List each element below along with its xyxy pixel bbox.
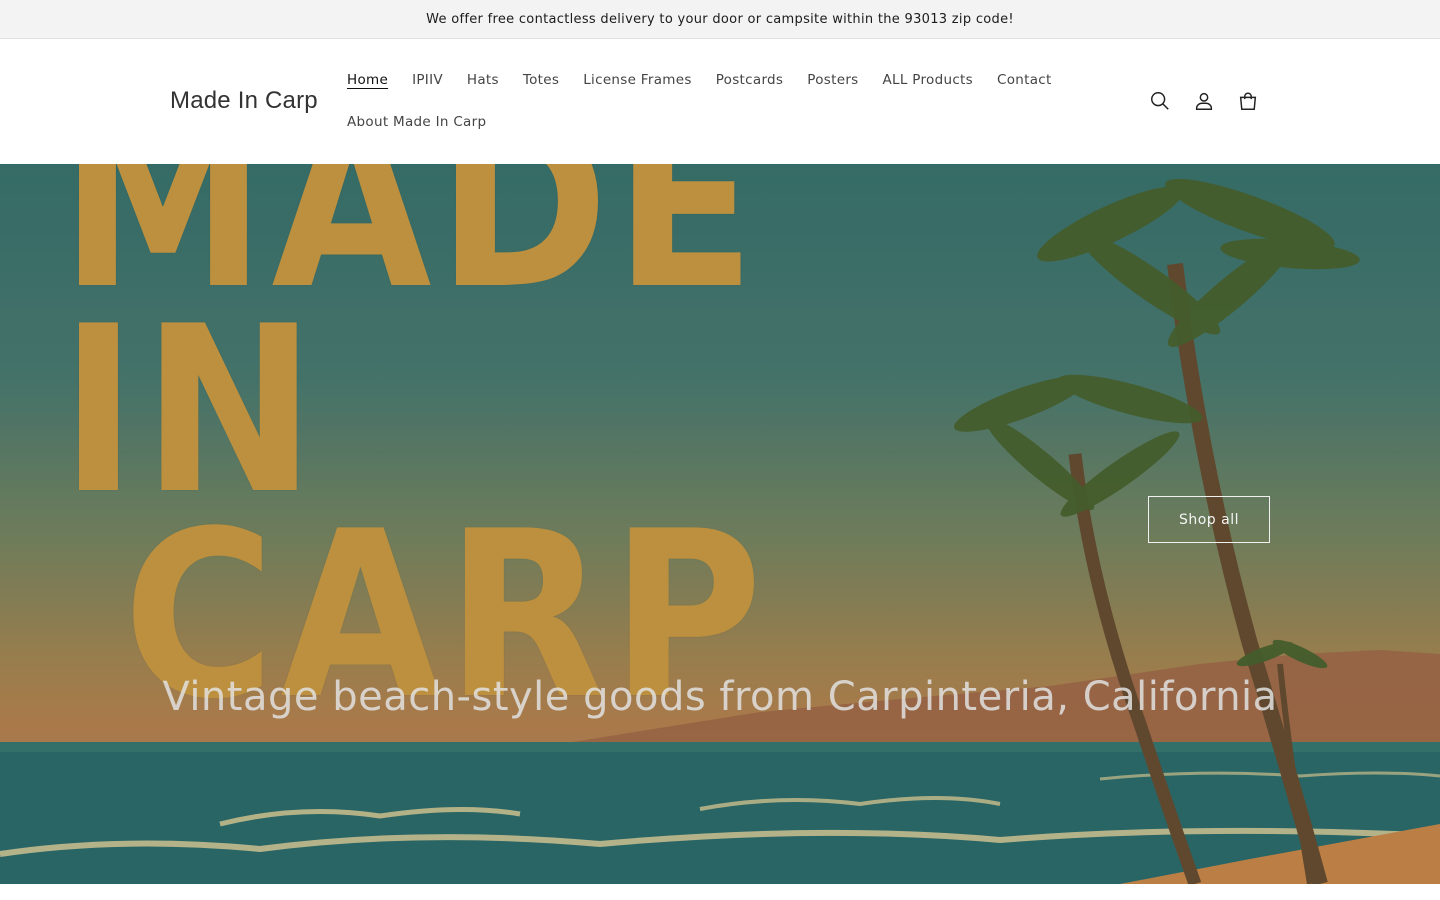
search-icon — [1151, 92, 1169, 110]
nav-link-license-frames[interactable]: License Frames — [571, 72, 703, 88]
nav-row-1: Home IPIIV Hats Totes License Frames Pos… — [335, 59, 1055, 101]
nav-link-hats[interactable]: Hats — [455, 72, 511, 88]
hero-banner: MADE IN CARP Shop all Vintage beach-styl… — [0, 164, 1440, 884]
main-nav: Home IPIIV Hats Totes License Frames Pos… — [335, 59, 1055, 143]
account-button[interactable] — [1186, 79, 1222, 123]
hero-tagline: Vintage beach-style goods from Carpinter… — [162, 674, 1278, 720]
nav-link-contact[interactable]: Contact — [985, 72, 1064, 88]
announcement-text: We offer free contactless delivery to yo… — [426, 11, 1014, 27]
nav-link-about[interactable]: About Made In Carp — [335, 114, 498, 130]
site-header: Made In Carp Home IPIIV Hats Totes Licen… — [0, 39, 1440, 164]
nav-link-postcards[interactable]: Postcards — [704, 72, 796, 88]
nav-link-all-products[interactable]: ALL Products — [871, 72, 985, 88]
search-button[interactable] — [1142, 79, 1178, 123]
announcement-bar: We offer free contactless delivery to yo… — [0, 0, 1440, 39]
nav-link-home[interactable]: Home — [335, 72, 400, 88]
account-icon — [1195, 92, 1213, 110]
nav-link-posters[interactable]: Posters — [795, 72, 870, 88]
site-logo[interactable]: Made In Carp — [170, 87, 318, 115]
shop-all-button[interactable]: Shop all — [1148, 496, 1270, 543]
nav-link-totes[interactable]: Totes — [511, 72, 571, 88]
nav-row-2: About Made In Carp — [335, 101, 1055, 143]
nav-link-ipiiv[interactable]: IPIIV — [400, 72, 455, 88]
cart-icon — [1239, 92, 1257, 110]
header-icons — [1142, 79, 1266, 123]
cart-button[interactable] — [1230, 79, 1266, 123]
